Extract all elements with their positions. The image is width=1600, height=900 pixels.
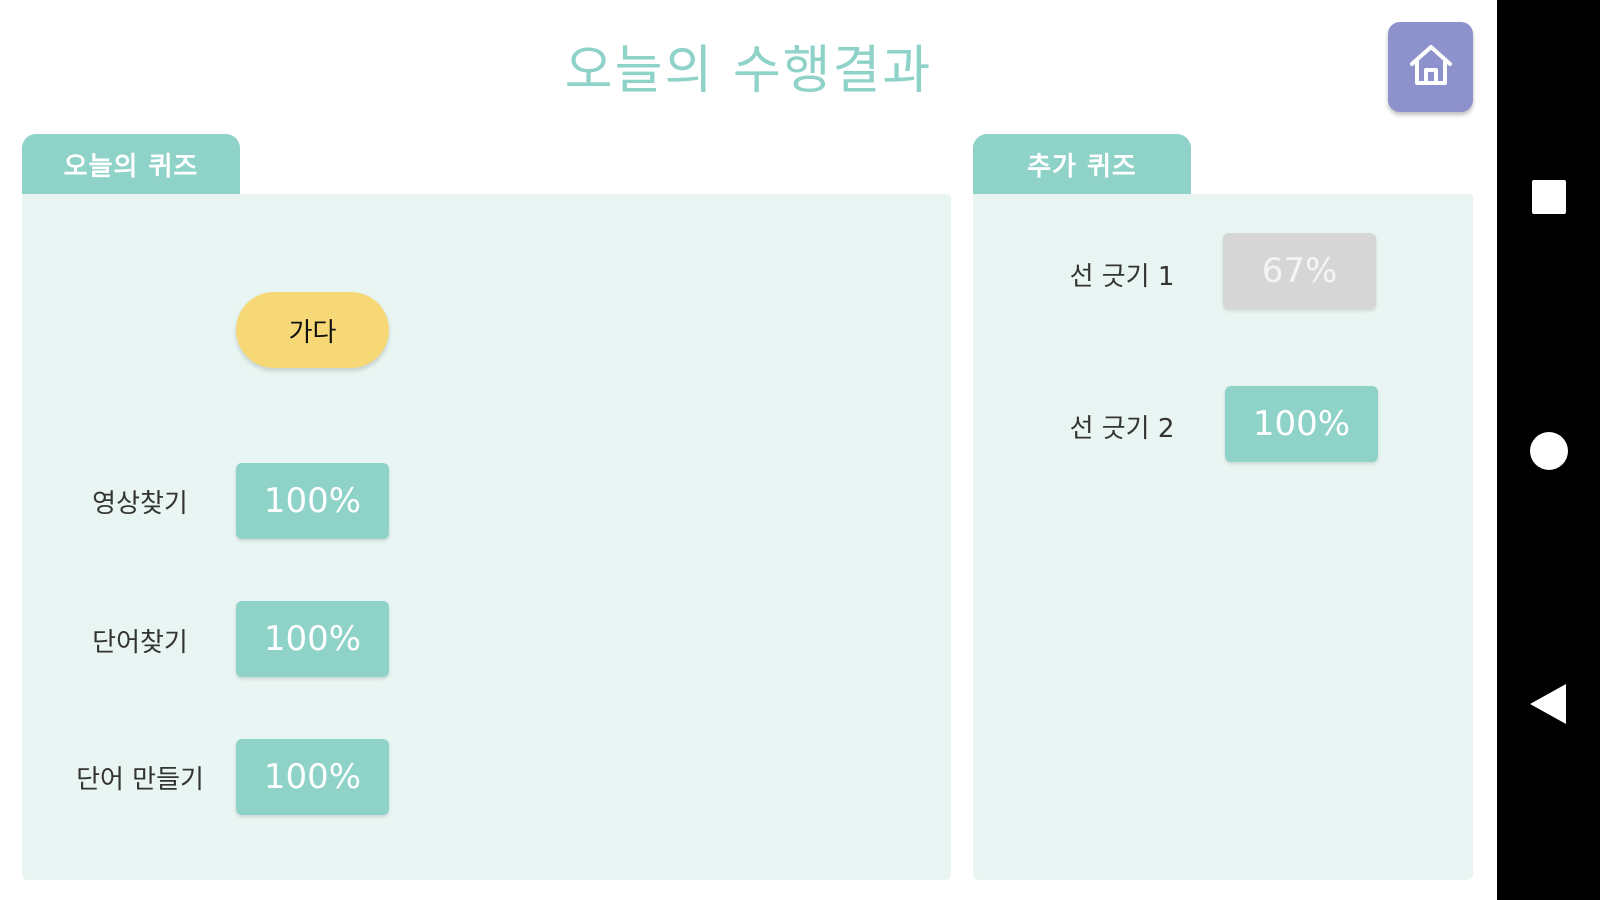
android-nav-bar (1497, 0, 1600, 900)
home-icon (1406, 40, 1456, 94)
quiz-label-video-search: 영상찾기 (92, 489, 188, 519)
quiz-score-video-search[interactable]: 100% (236, 463, 389, 539)
extra-label-line-draw-1: 선 긋기 1 (1069, 262, 1175, 292)
go-button[interactable]: 가다 (236, 292, 389, 368)
home-button[interactable] (1388, 22, 1473, 112)
quiz-label-word-making: 단어 만들기 (76, 765, 204, 795)
quiz-label-word-search: 단어찾기 (92, 628, 188, 658)
square-icon[interactable] (1532, 180, 1566, 214)
quiz-score-word-making[interactable]: 100% (236, 739, 389, 815)
extra-score-line-draw-1[interactable]: 67% (1223, 233, 1376, 309)
page-title: 오늘의 수행결과 (564, 41, 933, 101)
extra-score-line-draw-2[interactable]: 100% (1225, 386, 1378, 462)
tab-extra-quiz: 추가 퀴즈 (973, 134, 1191, 194)
tab-today-quiz: 오늘의 퀴즈 (22, 134, 240, 194)
extra-label-line-draw-2: 선 긋기 2 (1069, 414, 1175, 444)
circle-icon[interactable] (1530, 432, 1568, 470)
quiz-score-word-search[interactable]: 100% (236, 601, 389, 677)
app-screen: 오늘의 수행결과 오늘의 퀴즈 가다 영상찾기 100% 단어찾기 100% 단… (0, 0, 1497, 900)
back-triangle-icon[interactable] (1530, 684, 1566, 724)
